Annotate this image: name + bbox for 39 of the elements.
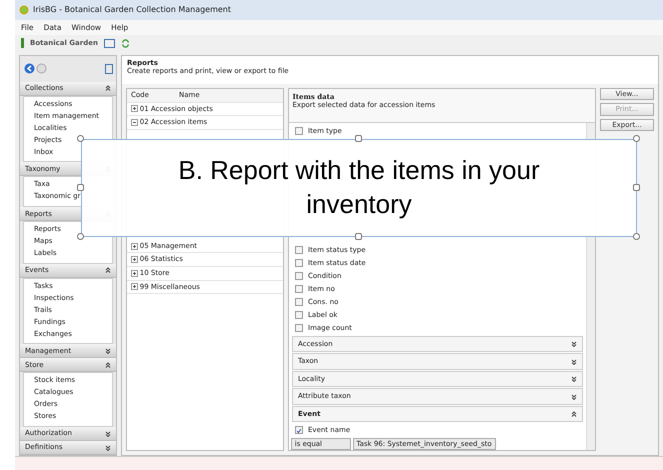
chevron-icon — [571, 411, 577, 417]
window-icon[interactable] — [104, 38, 115, 48]
text-box-overlay[interactable]: B. Report with the items in your inventory — [81, 139, 637, 237]
checkbox[interactable] — [295, 426, 303, 434]
chevron-icon — [571, 341, 577, 347]
chevron-icon — [571, 376, 577, 382]
app-icon — [19, 5, 29, 15]
resize-handle[interactable] — [77, 184, 84, 191]
chevron-icon — [105, 444, 111, 451]
checkbox[interactable] — [295, 127, 303, 136]
window-title: IrisBG - Botanical Garden Collection Management — [33, 5, 232, 15]
checkbox[interactable] — [295, 246, 303, 254]
resize-handle[interactable] — [355, 233, 362, 240]
checkbox[interactable] — [295, 285, 303, 294]
garden-marker-icon — [21, 38, 24, 48]
refresh-icon[interactable] — [120, 38, 130, 48]
expander-icon — [131, 256, 138, 264]
resize-handle[interactable] — [633, 184, 640, 191]
expander-icon — [131, 270, 138, 277]
resize-handle[interactable] — [355, 135, 362, 142]
checkbox[interactable] — [295, 272, 303, 280]
chevron-icon — [105, 430, 111, 437]
chevron-icon — [105, 267, 111, 274]
back-icon[interactable] — [24, 63, 34, 74]
expander-icon — [131, 118, 138, 126]
expander-icon — [131, 283, 138, 290]
expander-icon — [131, 242, 138, 250]
checkbox[interactable] — [295, 259, 303, 268]
panel-icon[interactable] — [104, 64, 112, 74]
checkbox[interactable] — [295, 298, 303, 306]
chevron-icon — [105, 362, 111, 368]
expander-icon — [131, 105, 138, 112]
checkbox[interactable] — [295, 324, 303, 332]
chevron-icon — [571, 358, 577, 364]
chevron-icon — [571, 394, 577, 400]
checkbox[interactable] — [295, 311, 303, 320]
chevron-icon — [105, 348, 111, 354]
chevron-icon — [105, 85, 111, 92]
overlay-text: B. Report with the items in your inventory — [177, 154, 541, 221]
